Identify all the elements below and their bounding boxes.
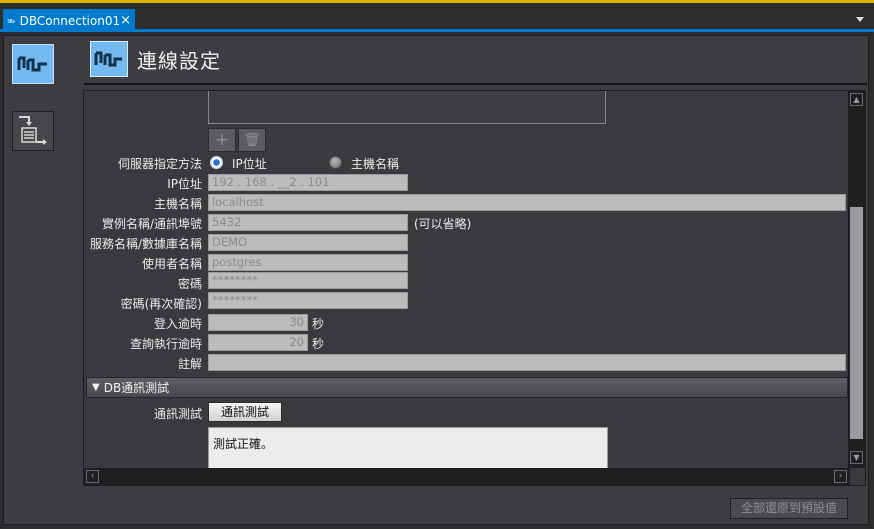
scroll-right-icon[interactable]: ›	[834, 470, 847, 483]
username-field[interactable]: postgres	[208, 254, 408, 271]
connection-icon	[7, 18, 16, 23]
password-field[interactable]: ********	[208, 272, 408, 289]
add-button[interactable]: +	[208, 128, 236, 152]
settings-content-panel: + 🗑 伺服器指定方法 IP位址 主機名稱 IP位址 192 . 168 . _…	[83, 90, 866, 486]
triangle-down-icon: ▼	[92, 382, 100, 393]
hostname-label: 主機名稱	[153, 197, 202, 211]
radio-ip-address-label: IP位址	[232, 157, 267, 171]
page-header-connection-icon	[90, 41, 128, 77]
query-timeout-unit: 秒	[312, 337, 325, 351]
connection-test-button[interactable]: 通訊測試	[208, 402, 282, 422]
connection-icon	[94, 51, 122, 67]
tab-strip: DBConnection01 ×	[0, 3, 874, 32]
instance-port-label: 實例名稱/通訊埠號	[101, 217, 202, 231]
connection-icon	[17, 56, 47, 72]
ip-address-label: IP位址	[167, 177, 202, 191]
query-timeout-label: 查詢執行逾時	[129, 337, 202, 351]
db-test-label: 通訊測試	[153, 407, 202, 421]
login-timeout-label: 登入逾時	[153, 317, 202, 331]
chevron-down-icon[interactable]	[856, 17, 864, 22]
login-timeout-unit: 秒	[312, 317, 325, 331]
scroll-up-icon[interactable]: ▲	[850, 93, 863, 106]
optional-note: (可以省略)	[414, 217, 472, 231]
radio-ip-address[interactable]	[210, 156, 223, 169]
trash-icon: 🗑	[243, 132, 261, 148]
scrollbar-thumb[interactable]	[850, 207, 863, 439]
delete-button[interactable]: 🗑	[238, 128, 266, 152]
service-db-field[interactable]: DEMO	[208, 234, 408, 251]
username-label: 使用者名稱	[141, 257, 202, 271]
login-timeout-field[interactable]: 30	[208, 314, 308, 331]
close-icon[interactable]: ×	[120, 14, 131, 27]
table-mapping-nav-button[interactable]	[12, 111, 54, 151]
hostname-field[interactable]: localhost	[208, 194, 846, 211]
scroll-left-icon[interactable]: ‹	[86, 470, 99, 483]
radio-hostname[interactable]	[329, 156, 342, 169]
reset-all-defaults-button[interactable]: 全部還原到預設值	[730, 498, 848, 519]
comment-label: 註解	[177, 357, 202, 371]
radio-hostname-label: 主機名稱	[351, 157, 400, 171]
editor-frame: 連線設定 + 🗑 伺服器指定方法 IP位址 主機名稱 IP位址 192 . 16…	[3, 35, 869, 525]
horizontal-scrollbar[interactable]: ‹ ›	[84, 468, 850, 485]
password-confirm-label: 密碼(再次確認)	[120, 297, 202, 311]
connection-settings-nav-button[interactable]	[12, 44, 54, 84]
ip-address-field[interactable]: 192 . 168 . __2 . 101	[208, 174, 408, 191]
query-timeout-field[interactable]: 20	[208, 334, 308, 351]
connection-list-box[interactable]	[208, 91, 606, 124]
tab-dbconnection[interactable]: DBConnection01 ×	[3, 9, 135, 32]
table-export-icon	[19, 116, 47, 145]
vertical-scrollbar[interactable]: ▲ ▼	[848, 91, 865, 468]
password-confirm-field[interactable]: ********	[208, 292, 408, 309]
page-title: 連線設定	[137, 49, 221, 73]
header-divider	[84, 83, 867, 85]
server-method-label: 伺服器指定方法	[117, 157, 202, 171]
password-label: 密碼	[177, 277, 202, 291]
service-db-label: 服務名稱/數據庫名稱	[89, 237, 202, 251]
plus-icon: +	[214, 130, 230, 150]
db-test-section-header[interactable]: ▼ DB通訊測試	[86, 377, 848, 398]
scroll-down-icon[interactable]: ▼	[850, 451, 863, 464]
tab-label: DBConnection01	[19, 13, 121, 28]
instance-port-field[interactable]: 5432	[208, 214, 408, 231]
db-test-section-title: DB通訊測試	[103, 381, 170, 395]
comment-field[interactable]	[208, 354, 846, 371]
